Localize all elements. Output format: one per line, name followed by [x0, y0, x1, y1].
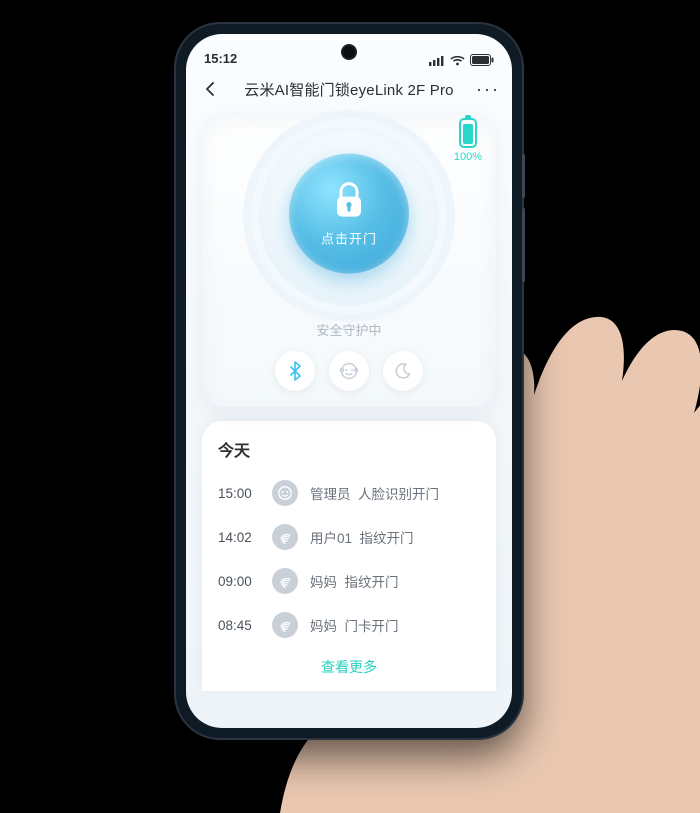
log-text: 管理员 人脸识别开门 [310, 483, 439, 503]
phone-frame: 15:12 云米AI智能门锁eyeLink 2F Pro ··· 100% [176, 24, 522, 738]
log-time: 08:45 [218, 618, 260, 633]
log-row[interactable]: 15:00 管理员 人脸识别开门 [218, 471, 480, 515]
log-row[interactable]: 08:45 妈妈 门卡开门 [218, 603, 480, 647]
fingerprint-icon [272, 524, 298, 550]
child-icon [339, 361, 359, 381]
feature-icon-row [212, 351, 486, 391]
battery-cell-icon [459, 118, 477, 148]
page-title: 云米AI智能门锁eyeLink 2F Pro [228, 79, 470, 100]
log-time: 14:02 [218, 530, 260, 545]
activity-log-card: 今天 15:00 管理员 人脸识别开门 14:02 用户01 指纹开门 09:00 妈妈 … [202, 421, 496, 691]
lock-hero-card: 100% 点击开门 安全守护中 [202, 112, 496, 407]
fingerprint-icon [272, 568, 298, 594]
log-time: 15:00 [218, 486, 260, 501]
face-icon [272, 480, 298, 506]
status-time: 15:12 [204, 51, 237, 66]
log-row[interactable]: 14:02 用户01 指纹开门 [218, 515, 480, 559]
front-camera [343, 46, 355, 58]
night-mode-toggle[interactable] [383, 351, 423, 391]
lock-status-text: 安全守护中 [212, 320, 486, 339]
wifi-icon [450, 55, 465, 66]
lock-icon [332, 180, 366, 220]
log-row[interactable]: 09:00 妈妈 指纹开门 [218, 559, 480, 603]
bluetooth-toggle[interactable] [275, 351, 315, 391]
log-time: 09:00 [218, 574, 260, 589]
log-text: 妈妈 门卡开门 [310, 615, 399, 635]
app-header: 云米AI智能门锁eyeLink 2F Pro ··· [186, 68, 512, 106]
log-text: 妈妈 指纹开门 [310, 571, 399, 591]
battery-percentage: 100% [454, 151, 482, 163]
lock-battery-indicator: 100% [454, 118, 482, 163]
unlock-button[interactable]: 点击开门 [289, 154, 409, 274]
log-section-title: 今天 [218, 437, 480, 461]
fingerprint-icon [272, 612, 298, 638]
lock-halo: 点击开门 [259, 126, 439, 306]
moon-icon [394, 362, 412, 380]
back-button[interactable] [200, 78, 222, 100]
screen: 15:12 云米AI智能门锁eyeLink 2F Pro ··· 100% [186, 34, 512, 728]
chevron-left-icon [204, 82, 218, 96]
more-button[interactable]: ··· [476, 79, 498, 100]
child-mode-toggle[interactable] [329, 351, 369, 391]
unlock-button-label: 点击开门 [321, 228, 377, 247]
cellular-icon [429, 55, 445, 66]
bluetooth-icon [287, 361, 303, 381]
log-text: 用户01 指纹开门 [310, 527, 414, 547]
battery-icon [470, 54, 494, 66]
see-more-link[interactable]: 查看更多 [218, 647, 480, 681]
